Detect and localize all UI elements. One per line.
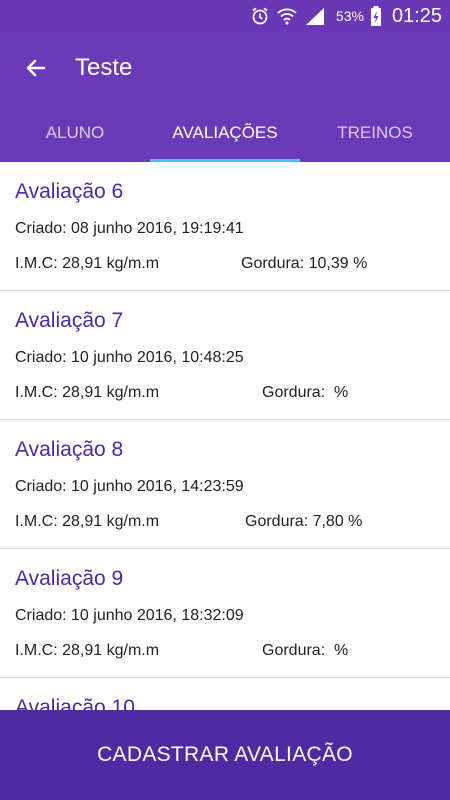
evaluation-title: Avaliação 9 — [15, 567, 124, 590]
signal-icon — [304, 6, 326, 26]
tab-bar: ALUNO AVALIAÇÕES TREINOS — [0, 104, 450, 162]
app-bar: Teste — [0, 32, 450, 104]
evaluation-title: Avaliação 6 — [15, 180, 124, 203]
evaluation-item[interactable]: Avaliação 7 Criado: 10 junho 2016, 10:48… — [0, 291, 450, 420]
battery-charging-icon — [370, 5, 382, 27]
tab-treinos[interactable]: TREINOS — [300, 104, 450, 162]
wifi-icon — [276, 6, 298, 26]
status-bar: 53% 01:25 — [0, 0, 450, 32]
alarm-icon — [250, 6, 270, 26]
evaluation-created: Criado: 08 junho 2016, 19:19:41 — [15, 220, 244, 237]
battery-percent: 53% — [335, 8, 364, 24]
evaluation-fat: Gordura: % — [262, 642, 349, 659]
tab-aluno[interactable]: ALUNO — [0, 104, 150, 162]
back-button[interactable] — [8, 40, 64, 96]
evaluation-imc: I.M.C: 28,91 kg/m.m — [15, 255, 160, 272]
evaluation-imc: I.M.C: 28,91 kg/m.m — [15, 513, 160, 530]
page-title: Teste — [75, 54, 133, 81]
evaluation-imc: I.M.C: 28,91 kg/m.m — [15, 642, 160, 659]
register-evaluation-button[interactable]: CADASTRAR AVALIAÇÃO — [0, 710, 450, 800]
evaluation-created: Criado: 10 junho 2016, 10:48:25 — [15, 349, 244, 366]
evaluation-title: Avaliação 8 — [15, 438, 124, 461]
evaluation-imc: I.M.C: 28,91 kg/m.m — [15, 384, 160, 401]
tab-avaliacoes[interactable]: AVALIAÇÕES — [150, 104, 300, 162]
arrow-left-icon — [26, 59, 46, 77]
evaluation-fat: Gordura: 10,39 % — [241, 255, 368, 272]
evaluation-created: Criado: 10 junho 2016, 14:23:59 — [15, 478, 244, 495]
clock: 01:25 — [391, 4, 442, 27]
evaluation-list[interactable]: Avaliação 6 Criado: 08 junho 2016, 19:19… — [0, 162, 450, 710]
evaluation-fat: Gordura: 7,80 % — [245, 513, 363, 530]
evaluation-item[interactable]: Avaliação 10 — [0, 678, 450, 710]
evaluation-title: Avaliação 10 — [15, 696, 135, 710]
evaluation-title: Avaliação 7 — [15, 309, 124, 332]
evaluation-item[interactable]: Avaliação 8 Criado: 10 junho 2016, 14:23… — [0, 420, 450, 549]
evaluation-fat: Gordura: % — [262, 384, 349, 401]
evaluation-created: Criado: 10 junho 2016, 18:32:09 — [15, 607, 244, 624]
evaluation-item[interactable]: Avaliação 6 Criado: 08 junho 2016, 19:19… — [0, 162, 450, 291]
evaluation-item[interactable]: Avaliação 9 Criado: 10 junho 2016, 18:32… — [0, 549, 450, 678]
